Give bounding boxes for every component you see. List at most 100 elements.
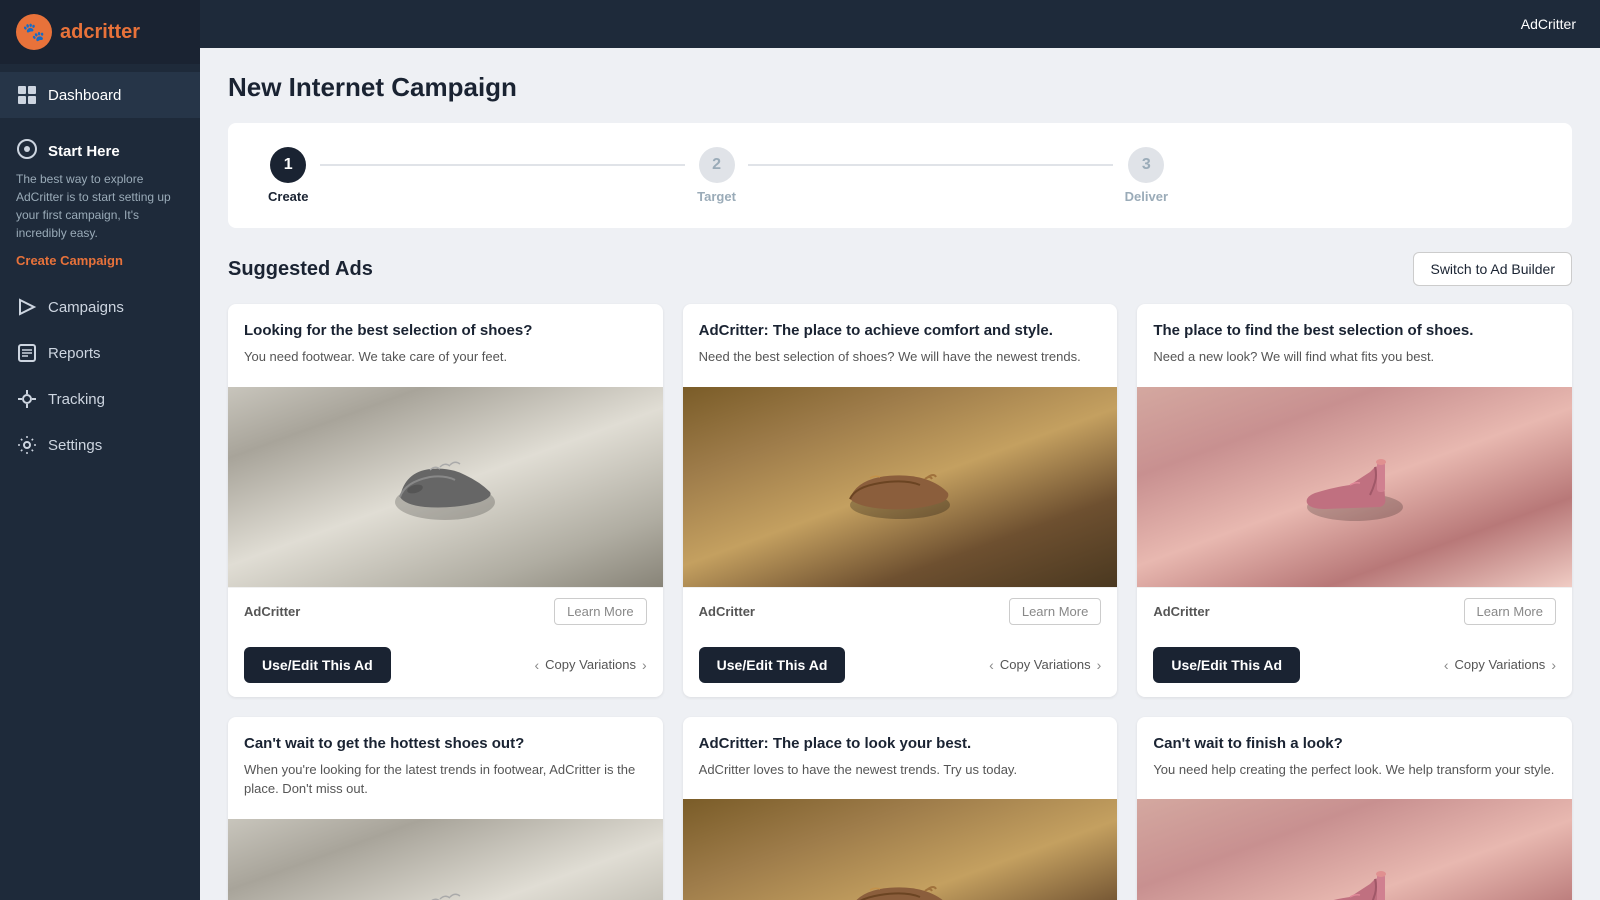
arrow-right-icon: ›: [642, 657, 647, 673]
ad-card-title: Can't wait to get the hottest shoes out?: [244, 733, 647, 754]
ad-card-4: Can't wait to get the hottest shoes out?…: [228, 717, 663, 900]
ad-card-1: Looking for the best selection of shoes?…: [228, 304, 663, 697]
copy-variations-button[interactable]: ‹ Copy Variations ›: [1444, 657, 1556, 673]
ad-card-title: Looking for the best selection of shoes?: [244, 320, 647, 341]
sidebar-item-label: Dashboard: [48, 87, 121, 104]
stepper-inner: 1 Create 2 Target 3 Deliver: [268, 147, 1168, 204]
use-edit-button[interactable]: Use/Edit This Ad: [244, 647, 391, 683]
ad-card-actions: Use/Edit This Ad ‹ Copy Variations ›: [228, 635, 663, 697]
ad-card-footer: AdCritter Learn More: [1137, 587, 1572, 635]
ad-brand: AdCritter: [1153, 604, 1209, 619]
copy-variations-label: Copy Variations: [545, 657, 636, 672]
sidebar-item-dashboard[interactable]: Dashboard: [0, 72, 200, 118]
step-3[interactable]: 3 Deliver: [1125, 147, 1168, 204]
ad-card-footer: AdCritter Learn More: [683, 587, 1118, 635]
ad-card-image: [683, 799, 1118, 900]
dashboard-icon: [16, 84, 38, 106]
ad-card-actions: Use/Edit This Ad ‹ Copy Variations ›: [683, 635, 1118, 697]
ads-grid: Looking for the best selection of shoes?…: [228, 304, 1572, 900]
ad-card-desc: AdCritter loves to have the newest trend…: [699, 760, 1102, 780]
ad-card-body: AdCritter: The place to look your best. …: [683, 717, 1118, 800]
arrow-left-icon: ‹: [989, 657, 994, 673]
ad-card-image: [228, 387, 663, 587]
main-content: AdCritter New Internet Campaign 1 Create…: [200, 0, 1600, 900]
step-2-label: Target: [697, 189, 736, 204]
create-campaign-link[interactable]: Create Campaign: [16, 253, 123, 268]
start-here-section: Start Here The best way to explore AdCri…: [0, 118, 200, 284]
sidebar-item-label: Start Here: [48, 143, 120, 160]
content-area: New Internet Campaign 1 Create 2 Target …: [200, 48, 1600, 900]
reports-icon: [16, 342, 38, 364]
ad-card-title: AdCritter: The place to achieve comfort …: [699, 320, 1102, 341]
arrow-right-icon: ›: [1551, 657, 1556, 673]
learn-more-button[interactable]: Learn More: [1009, 598, 1101, 625]
step-2-circle: 2: [699, 147, 735, 183]
sidebar-nav: Dashboard Start Here The best way to exp…: [0, 64, 200, 900]
ad-card-body: The place to find the best selection of …: [1137, 304, 1572, 387]
arrow-left-icon: ‹: [1444, 657, 1449, 673]
switch-to-ad-builder-button[interactable]: Switch to Ad Builder: [1413, 252, 1572, 286]
ad-card-body: AdCritter: The place to achieve comfort …: [683, 304, 1118, 387]
ad-card-desc: You need footwear. We take care of your …: [244, 347, 647, 367]
sidebar-item-settings[interactable]: Settings: [0, 422, 200, 468]
sidebar-item-campaigns[interactable]: Campaigns: [0, 284, 200, 330]
sidebar-item-label: Settings: [48, 437, 102, 454]
ad-card-image: [1137, 799, 1572, 900]
arrow-right-icon: ›: [1097, 657, 1102, 673]
sidebar-item-label: Reports: [48, 345, 101, 362]
ad-card-image: [228, 819, 663, 900]
step-1-circle: 1: [270, 147, 306, 183]
ad-card-title: AdCritter: The place to look your best.: [699, 733, 1102, 754]
step-line-1: [320, 164, 685, 166]
campaigns-icon: [16, 296, 38, 318]
topbar: AdCritter: [200, 0, 1600, 48]
copy-variations-button[interactable]: ‹ Copy Variations ›: [535, 657, 647, 673]
step-1[interactable]: 1 Create: [268, 147, 308, 204]
tracking-icon: [16, 388, 38, 410]
arrow-left-icon: ‹: [535, 657, 540, 673]
sidebar-item-start-here[interactable]: Start Here: [16, 128, 184, 170]
suggested-ads-title: Suggested Ads: [228, 258, 373, 281]
ad-card-desc: Need a new look? We will find what fits …: [1153, 347, 1556, 367]
ad-card-actions: Use/Edit This Ad ‹ Copy Variations ›: [1137, 635, 1572, 697]
ad-card-body: Can't wait to get the hottest shoes out?…: [228, 717, 663, 819]
sidebar-item-tracking[interactable]: Tracking: [0, 376, 200, 422]
step-2[interactable]: 2 Target: [697, 147, 736, 204]
suggested-ads-header: Suggested Ads Switch to Ad Builder: [228, 252, 1572, 286]
copy-variations-button[interactable]: ‹ Copy Variations ›: [989, 657, 1101, 673]
sidebar: 🐾 adcritter Dashboard: [0, 0, 200, 900]
sidebar-item-label: Campaigns: [48, 299, 124, 316]
ad-card-5: AdCritter: The place to look your best. …: [683, 717, 1118, 900]
step-1-label: Create: [268, 189, 308, 204]
ad-card-3: The place to find the best selection of …: [1137, 304, 1572, 697]
learn-more-button[interactable]: Learn More: [554, 598, 646, 625]
learn-more-button[interactable]: Learn More: [1464, 598, 1556, 625]
logo[interactable]: 🐾 adcritter: [0, 0, 200, 64]
sidebar-item-label: Tracking: [48, 391, 105, 408]
use-edit-button[interactable]: Use/Edit This Ad: [1153, 647, 1300, 683]
ad-card-6: Can't wait to finish a look? You need he…: [1137, 717, 1572, 900]
start-here-description: The best way to explore AdCritter is to …: [16, 170, 184, 242]
copy-variations-label: Copy Variations: [1455, 657, 1546, 672]
ad-card-title: The place to find the best selection of …: [1153, 320, 1556, 341]
start-here-icon: [16, 138, 38, 164]
ad-card-image: [683, 387, 1118, 587]
settings-icon: [16, 434, 38, 456]
stepper: 1 Create 2 Target 3 Deliver: [228, 123, 1572, 228]
ad-card-image: [1137, 387, 1572, 587]
ad-card-title: Can't wait to finish a look?: [1153, 733, 1556, 754]
ad-card-footer: AdCritter Learn More: [228, 587, 663, 635]
ad-card-2: AdCritter: The place to achieve comfort …: [683, 304, 1118, 697]
ad-card-desc: You need help creating the perfect look.…: [1153, 760, 1556, 780]
step-3-label: Deliver: [1125, 189, 1168, 204]
copy-variations-label: Copy Variations: [1000, 657, 1091, 672]
ad-brand: AdCritter: [699, 604, 755, 619]
use-edit-button[interactable]: Use/Edit This Ad: [699, 647, 846, 683]
ad-card-body: Looking for the best selection of shoes?…: [228, 304, 663, 387]
logo-icon: 🐾: [16, 14, 52, 50]
sidebar-item-reports[interactable]: Reports: [0, 330, 200, 376]
step-line-2: [748, 164, 1113, 166]
page-title: New Internet Campaign: [228, 72, 1572, 103]
ad-card-desc: When you're looking for the latest trend…: [244, 760, 647, 799]
ad-brand: AdCritter: [244, 604, 300, 619]
